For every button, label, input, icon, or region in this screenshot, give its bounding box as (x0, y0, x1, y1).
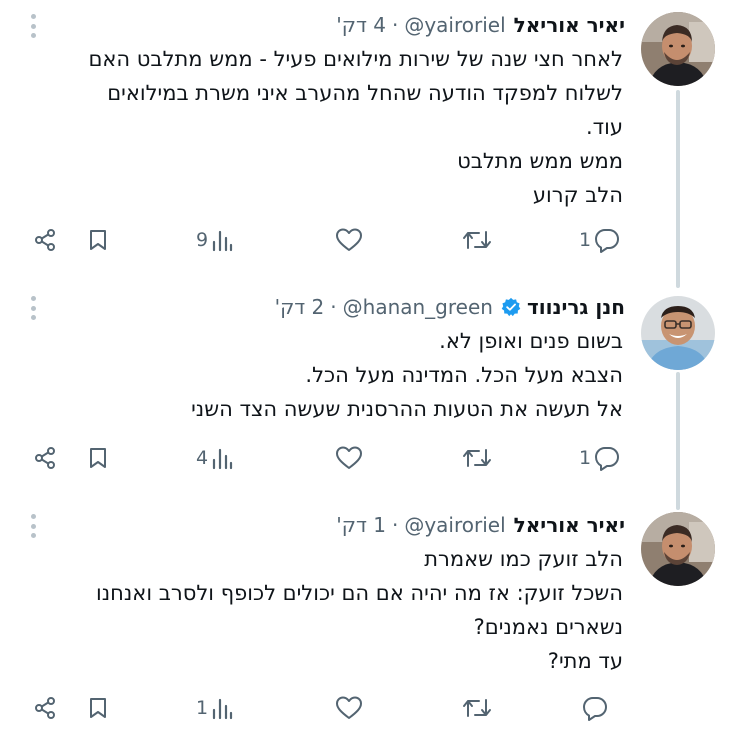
tweet-text-line: נשארים נאמנים? (473, 615, 623, 639)
author-handle[interactable]: @hanan_green (343, 295, 493, 319)
author-name[interactable]: חנן גרינווד (527, 295, 625, 319)
reply-count: 1 (579, 447, 592, 469)
reply-button[interactable] (579, 694, 608, 722)
reply-button[interactable]: 1 (579, 444, 620, 472)
tweet-text-line: לאחר חצי שנה של שירות מילואים פעיל - ממש… (88, 47, 623, 71)
retweet-icon (463, 231, 491, 249)
verified-badge-icon (501, 297, 521, 317)
separator-dot: · (330, 295, 337, 319)
views-icon (212, 230, 233, 252)
views-count: 4 (196, 447, 209, 469)
bookmark-button[interactable] (86, 226, 110, 254)
tweet-actions: 9 1 (0, 220, 731, 260)
views-count: 1 (196, 697, 209, 719)
tweet-actions: 1 (0, 688, 731, 728)
reply-icon (583, 697, 607, 721)
avatar[interactable] (641, 12, 715, 86)
retweet-icon (463, 449, 491, 467)
heart-icon (336, 446, 362, 469)
tweet-actions: 4 1 (0, 438, 731, 478)
tweet-timestamp[interactable]: 1 דק' (336, 513, 386, 537)
tweet[interactable]: חנן גרינווד @hanan_green · 2 דק' בשום פנ… (0, 282, 731, 500)
bookmark-icon (90, 230, 106, 250)
views-icon (212, 448, 233, 470)
tweet-text-line: הלב זועק כמו שאמרת (424, 547, 623, 571)
tweet-header: יאיר אוריאל @yairoriel · 1 דק' (336, 510, 625, 540)
share-button[interactable] (33, 444, 57, 472)
avatar-image (641, 12, 715, 86)
retweet-button[interactable] (462, 444, 492, 472)
share-icon (35, 229, 55, 251)
more-vertical-icon[interactable] (30, 514, 36, 538)
reply-count: 1 (579, 229, 592, 251)
more-vertical-icon[interactable] (30, 14, 36, 38)
retweet-button[interactable] (462, 226, 492, 254)
separator-dot: · (391, 513, 399, 537)
tweet-text-line: ממש ממש מתלבט (457, 149, 623, 173)
tweet-text: בשום פנים ואופן לא. הצבא מעל הכל. המדינה… (23, 324, 623, 426)
avatar-image (641, 512, 715, 586)
tweet-text-line: בשום פנים ואופן לא. (439, 329, 623, 353)
tweet-text-line: הלב קרוע (532, 183, 623, 207)
tweet-header: יאיר אוריאל @yairoriel · 4 דק' (336, 10, 625, 40)
author-handle[interactable]: @yairoriel (404, 513, 505, 537)
bookmark-button[interactable] (86, 694, 110, 722)
views-count: 9 (196, 229, 209, 251)
share-icon (35, 447, 55, 469)
heart-icon (336, 228, 362, 251)
tweet-timestamp[interactable]: 4 דק' (336, 13, 386, 37)
tweet-header: חנן גרינווד @hanan_green · 2 דק' (275, 292, 625, 322)
retweet-icon (463, 699, 491, 717)
share-button[interactable] (33, 694, 57, 722)
author-name[interactable]: יאיר אוריאל (514, 13, 625, 37)
bookmark-icon (90, 698, 106, 718)
share-icon (35, 697, 55, 719)
heart-icon (336, 696, 362, 719)
tweet[interactable]: יאיר אוריאל @yairoriel · 1 דק' הלב זועק … (0, 500, 731, 734)
retweet-button[interactable] (462, 694, 492, 722)
like-button[interactable] (335, 226, 363, 254)
tweet-text-line: אל תעשה את הטעות ההרסנית שעשה הצד השני (191, 397, 623, 421)
tweet-text-line: עוד. (585, 115, 623, 139)
author-name[interactable]: יאיר אוריאל (514, 513, 625, 537)
tweet-text-line: עד מתי? (547, 649, 623, 673)
tweet-text: הלב זועק כמו שאמרת השכל זועק: אז מה יהיה… (23, 542, 623, 678)
views-button[interactable]: 4 (196, 444, 233, 472)
tweet-text-line: השכל זועק: אז מה יהיה אם הם יכולים לכופף… (96, 581, 623, 605)
like-button[interactable] (335, 444, 363, 472)
reply-button[interactable]: 1 (579, 226, 620, 254)
separator-dot: · (391, 13, 399, 37)
views-button[interactable]: 9 (196, 226, 233, 254)
tweet-text-line: הצבא מעל הכל. המדינה מעל הכל. (305, 363, 623, 387)
avatar[interactable] (641, 296, 715, 370)
tweet-timestamp[interactable]: 2 דק' (275, 295, 325, 319)
share-button[interactable] (33, 226, 57, 254)
author-handle[interactable]: @yairoriel (404, 13, 505, 37)
bookmark-icon (90, 448, 106, 468)
like-button[interactable] (335, 694, 363, 722)
tweet-thread: יאיר אוריאל @yairoriel · 4 דק' לאחר חצי … (0, 0, 731, 734)
reply-icon (595, 447, 620, 471)
bookmark-button[interactable] (86, 444, 110, 472)
reply-icon (595, 229, 620, 253)
avatar-image (641, 296, 715, 370)
views-icon (212, 698, 233, 720)
tweet-text-line: לשלוח למפקד הודעה שהחל מהערב איני משרת ב… (107, 81, 623, 105)
more-vertical-icon[interactable] (30, 296, 36, 320)
avatar[interactable] (641, 512, 715, 586)
tweet-text: לאחר חצי שנה של שירות מילואים פעיל - ממש… (23, 42, 623, 212)
views-button[interactable]: 1 (196, 694, 233, 722)
tweet[interactable]: יאיר אוריאל @yairoriel · 4 דק' לאחר חצי … (0, 0, 731, 282)
